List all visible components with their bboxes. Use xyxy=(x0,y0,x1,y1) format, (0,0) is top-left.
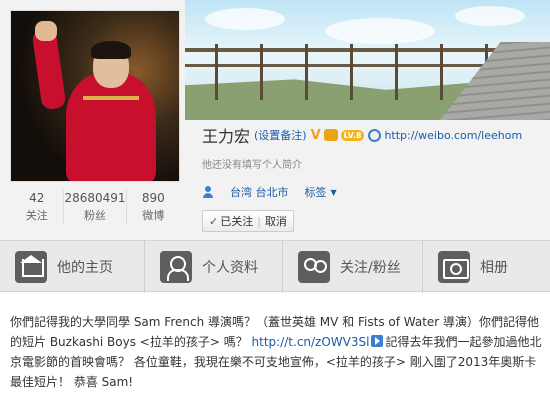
stat-value: 42 xyxy=(29,191,45,205)
profile-name: 王力宏 xyxy=(202,127,251,146)
stone-stairs xyxy=(440,42,550,120)
chevron-down-icon[interactable]: ▼ xyxy=(331,188,337,197)
follow-button[interactable]: ✓ 已关注 | 取消 xyxy=(202,210,294,232)
profile-stats: 42 关注 28680491 粉丝 890 微博 xyxy=(10,190,180,224)
cover-banner xyxy=(185,0,550,120)
avatar-body xyxy=(66,73,156,181)
fans-icon xyxy=(298,251,330,283)
fence-post xyxy=(305,44,308,100)
stat-posts[interactable]: 890 微博 xyxy=(127,190,180,224)
fence-post xyxy=(395,44,398,100)
tab-label: 个人资料 xyxy=(202,260,258,276)
cloud xyxy=(455,6,525,26)
divider: | xyxy=(257,214,261,228)
avatar[interactable] xyxy=(10,10,180,182)
tab-label: 他的主页 xyxy=(57,260,113,276)
level-badge[interactable]: LV.8 xyxy=(340,129,365,141)
homepage-icon xyxy=(368,128,382,142)
set-remark-link[interactable]: (设置备注) xyxy=(254,127,307,143)
name-line: 王力宏 (设置备注) V LV.8 http://weibo.com/leeho… xyxy=(202,122,547,148)
follow-status: 已关注 xyxy=(220,215,254,228)
user-icon xyxy=(160,251,192,283)
profile-url-link[interactable]: http://weibo.com/leehom xyxy=(384,129,522,142)
tab-follow-fans[interactable]: 关注/粉丝 xyxy=(283,241,423,293)
verified-icon[interactable]: V xyxy=(311,128,321,143)
stat-label: 粉丝 xyxy=(84,209,106,222)
tab-profile[interactable]: 个人资料 xyxy=(145,241,283,293)
profile-bio: 他还没有填写个人简介 xyxy=(202,160,302,171)
fence-post xyxy=(260,44,263,100)
tab-label: 相册 xyxy=(480,260,508,276)
stat-value: 28680491 xyxy=(64,191,126,205)
fence-post xyxy=(215,44,218,100)
avatar-trim xyxy=(83,96,139,100)
profile-info: 王力宏 (设置备注) V LV.8 http://weibo.com/leeho… xyxy=(202,122,547,232)
profile-nav: 他的主页 个人资料 关注/粉丝 相册 xyxy=(0,240,550,293)
tab-home[interactable]: 他的主页 xyxy=(0,241,145,293)
home-icon xyxy=(15,251,47,283)
stat-value: 890 xyxy=(141,191,165,205)
tab-album[interactable]: 相册 xyxy=(423,241,550,293)
location-link[interactable]: 台湾 台北市 xyxy=(230,184,289,200)
check-icon: ✓ xyxy=(209,214,219,228)
camera-icon xyxy=(438,251,470,283)
fence-post xyxy=(440,44,443,100)
crown-icon[interactable] xyxy=(323,129,338,141)
cloud xyxy=(325,18,435,44)
unfollow-button[interactable]: 取消 xyxy=(265,213,287,229)
tags-dropdown[interactable]: 标签 xyxy=(305,184,327,200)
profile-meta: 台湾 台北市 标签 ▼ xyxy=(202,184,547,200)
post-text: 你們記得我的大學同學 Sam French 導演嗎？（蓋世英雄 MV 和 Fis… xyxy=(10,312,545,392)
avatar-hair xyxy=(91,41,131,59)
profile-header: 42 关注 28680491 粉丝 890 微博 王力宏 (设置备注) V LV… xyxy=(0,0,550,240)
fence-post xyxy=(350,44,353,100)
cloud xyxy=(205,8,285,30)
stat-label: 微博 xyxy=(142,209,165,222)
post-link[interactable]: http://t.cn/zOWV3Sl xyxy=(252,335,370,349)
stat-following[interactable]: 42 关注 xyxy=(10,190,65,224)
avatar-fist xyxy=(35,21,57,41)
person-icon xyxy=(202,186,214,198)
stat-label: 关注 xyxy=(25,209,48,222)
stat-fans[interactable]: 28680491 粉丝 xyxy=(64,190,127,224)
tab-label: 关注/粉丝 xyxy=(340,260,401,276)
video-icon[interactable] xyxy=(371,335,384,347)
